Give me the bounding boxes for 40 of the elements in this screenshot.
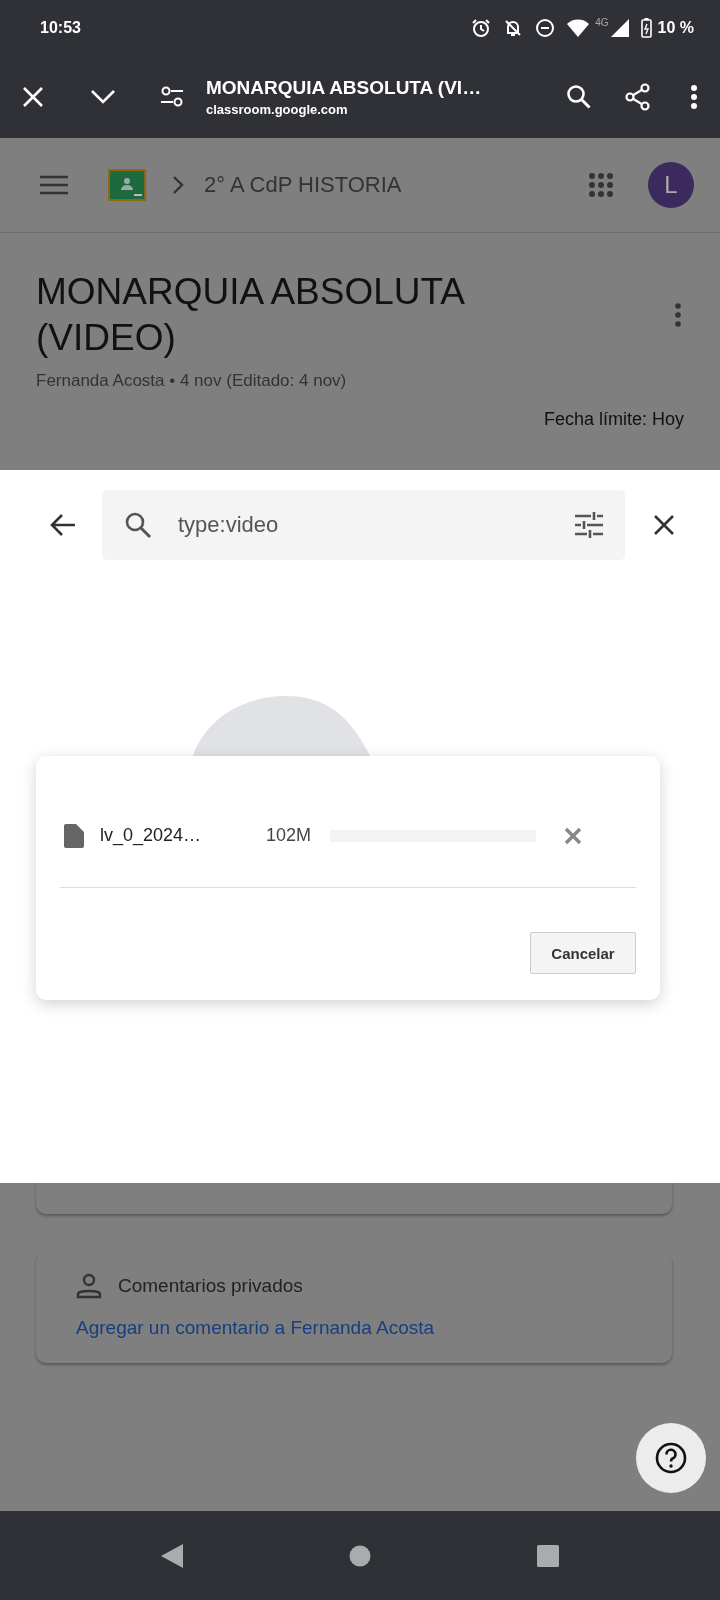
- due-date: Fecha límite: Hoy: [543, 409, 684, 430]
- class-name[interactable]: 2° A CdP HISTORIA: [204, 172, 588, 198]
- chevron-right-icon: [172, 175, 184, 195]
- search-icon: [124, 511, 152, 539]
- home-icon[interactable]: [349, 1544, 371, 1567]
- back-icon[interactable]: [161, 1543, 183, 1568]
- search-icon[interactable]: [566, 83, 592, 110]
- share-icon[interactable]: [624, 82, 652, 111]
- more-icon[interactable]: [690, 84, 698, 109]
- help-icon: [655, 1442, 687, 1474]
- do-not-disturb-icon: [535, 17, 556, 38]
- status-time: 10:53: [40, 18, 81, 37]
- cancel-upload-icon[interactable]: [564, 826, 582, 845]
- user-avatar[interactable]: L: [648, 162, 694, 208]
- menu-icon[interactable]: [40, 175, 68, 195]
- battery-percent: 10 %: [657, 18, 694, 37]
- assignment-title: MONARQUIA ABSOLUTA (VIDEO): [36, 270, 465, 360]
- person-icon: [76, 1273, 102, 1299]
- chevron-down-icon[interactable]: [90, 88, 116, 105]
- battery-icon: [640, 17, 652, 38]
- cancel-button[interactable]: Cancelar: [530, 932, 636, 974]
- page-title: MONARQUIA ABSOLUTA (VI…: [206, 76, 483, 99]
- recents-icon[interactable]: [537, 1544, 559, 1567]
- assignment-meta: Fernanda Acosta • 4 nov (Editado: 4 nov): [36, 371, 348, 391]
- file-size: 102M: [266, 825, 313, 846]
- filter-sliders-icon[interactable]: [575, 512, 603, 538]
- back-arrow-icon[interactable]: [50, 513, 76, 537]
- alarm-icon: [471, 17, 492, 38]
- file-name: lv_0_2024…: [100, 825, 203, 846]
- network-label: 4G: [595, 17, 609, 28]
- wifi-icon: [567, 18, 590, 37]
- site-settings-icon[interactable]: [160, 85, 184, 108]
- search-field[interactable]: type:video: [102, 490, 625, 560]
- classroom-logo-icon[interactable]: [108, 169, 146, 201]
- signal-icon: [610, 18, 629, 37]
- apps-grid-icon[interactable]: [588, 172, 614, 198]
- section-title: Comentarios privados: [118, 1275, 303, 1297]
- page-url: classroom.google.com: [206, 101, 349, 117]
- close-icon[interactable]: [653, 514, 675, 536]
- file-icon: [64, 823, 84, 848]
